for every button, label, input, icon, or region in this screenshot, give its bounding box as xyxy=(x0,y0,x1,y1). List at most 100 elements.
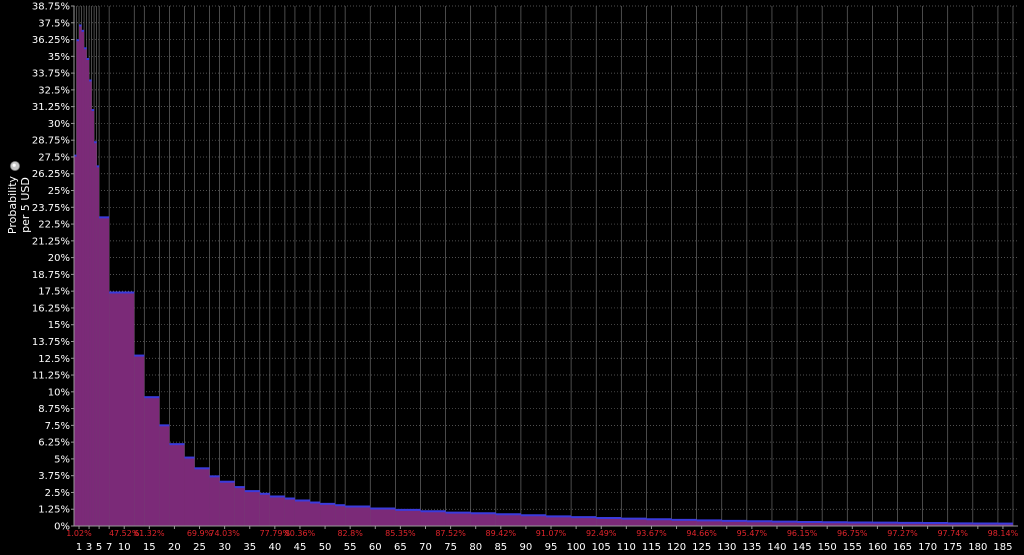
cumulative-probability-label: 97.74% xyxy=(937,529,968,538)
y-axis-title-line2: per 5 USD xyxy=(19,177,32,233)
x-tick-label: 65 xyxy=(394,542,407,553)
cumulative-probability-label: 74.03% xyxy=(209,529,240,538)
x-tick-label: 55 xyxy=(344,542,357,553)
y-tick-label: 15% xyxy=(48,320,70,331)
x-tick-label: 20 xyxy=(168,542,181,553)
x-tick-label: 45 xyxy=(294,542,307,553)
x-tick-label: 60 xyxy=(369,542,382,553)
x-tick-label: 50 xyxy=(319,542,332,553)
y-tick-label: 27.5% xyxy=(38,152,70,163)
histogram-bar xyxy=(94,142,97,526)
x-tick-label: 150 xyxy=(818,542,837,553)
x-tick-label: 90 xyxy=(520,542,533,553)
y-tick-label: 33.75% xyxy=(32,69,70,80)
x-tick-label: 115 xyxy=(642,542,661,553)
histogram-bar xyxy=(91,110,95,526)
histogram-bar xyxy=(159,425,170,526)
histogram-bar xyxy=(495,514,521,526)
cumulative-probability-label: 93.67% xyxy=(636,529,667,538)
histogram-bar xyxy=(310,502,321,526)
x-tick-label: 40 xyxy=(268,542,281,553)
x-tick-label: 130 xyxy=(717,542,736,553)
x-tick-label: 35 xyxy=(243,542,256,553)
cumulative-probability-label: 95.47% xyxy=(737,529,768,538)
cumulative-probability-label: 85.35% xyxy=(385,529,416,538)
x-tick-label: 7 xyxy=(106,542,112,553)
histogram-bar xyxy=(546,516,572,526)
y-tick-label: 25% xyxy=(48,186,70,197)
histogram-bar xyxy=(294,500,310,526)
cumulative-probability-label: 80.36% xyxy=(285,529,316,538)
y-tick-label: 13.75% xyxy=(32,337,70,348)
x-tick-label: 25 xyxy=(193,542,206,553)
y-tick-label: 1.25% xyxy=(38,505,70,516)
histogram-bar xyxy=(134,355,145,526)
probability-histogram: 0%1.25%2.5%3.75%5%6.25%7.5%8.75%10%11.25… xyxy=(0,0,1024,555)
x-tick-label: 125 xyxy=(692,542,711,553)
y-tick-label: 35% xyxy=(48,52,70,63)
y-tick-label: 22.5% xyxy=(38,220,70,231)
x-tick-label: 95 xyxy=(545,542,558,553)
x-tick-label: 1 xyxy=(76,542,82,553)
x-tick-label: 30 xyxy=(218,542,231,553)
histogram-bar xyxy=(284,498,295,526)
x-tick-label: 110 xyxy=(617,542,636,553)
histogram-bar xyxy=(79,25,82,526)
cumulative-probability-label: 94.66% xyxy=(686,529,717,538)
histogram-bar xyxy=(470,513,496,526)
cumulative-probability-label: 91.07% xyxy=(536,529,567,538)
y-tick-label: 26.25% xyxy=(32,169,70,180)
y-tick-label: 38.75% xyxy=(32,2,70,13)
x-tick-label: 80 xyxy=(469,542,482,553)
cumulative-probability-label: 92.49% xyxy=(586,529,617,538)
cumulative-probability-label: 1.02% xyxy=(66,529,92,538)
histogram-bar xyxy=(109,292,135,526)
cumulative-probability-label: 96.15% xyxy=(787,529,818,538)
y-tick-label: 2.5% xyxy=(45,488,70,499)
histogram-bar xyxy=(621,518,647,526)
histogram-bar xyxy=(596,517,622,526)
histogram-bar xyxy=(445,512,471,526)
x-tick-label: 165 xyxy=(893,542,912,553)
histogram-bar xyxy=(244,491,260,526)
y-tick-label: 6.25% xyxy=(38,438,70,449)
y-tick-label: 20% xyxy=(48,253,70,264)
x-tick-label: 75 xyxy=(444,542,457,553)
x-tick-label: 3 xyxy=(86,542,92,553)
y-tick-label: 12.5% xyxy=(38,354,70,365)
y-tick-label: 3.75% xyxy=(38,471,70,482)
y-axis-title-line1: Probability xyxy=(6,175,19,234)
cumulative-probability-label: 98.14% xyxy=(988,529,1019,538)
cumulative-probability-label: 96.75% xyxy=(837,529,868,538)
histogram-bar xyxy=(269,496,285,526)
histogram-bar xyxy=(646,519,672,526)
x-tick-label: 170 xyxy=(918,542,937,553)
info-icon[interactable] xyxy=(10,161,20,171)
y-tick-label: 17.5% xyxy=(38,287,70,298)
cumulative-probability-label: 61.32% xyxy=(134,529,165,538)
histogram-bar xyxy=(99,217,110,526)
histogram-bar xyxy=(209,476,220,526)
histogram-bar xyxy=(184,457,195,526)
cumulative-probability-label: 87.52% xyxy=(435,529,466,538)
histogram-bar xyxy=(84,48,87,527)
histogram-bar xyxy=(335,505,346,526)
x-tick-label: 140 xyxy=(767,542,786,553)
y-tick-label: 7.5% xyxy=(45,421,70,432)
y-tick-label: 37.5% xyxy=(38,18,70,29)
histogram-bar xyxy=(169,444,185,526)
histogram-bar xyxy=(420,511,446,526)
y-tick-label: 10% xyxy=(48,387,70,398)
x-tick-label: 180 xyxy=(968,542,987,553)
x-tick-label: 70 xyxy=(419,542,432,553)
y-tick-label: 36.25% xyxy=(32,35,70,46)
histogram-bar xyxy=(571,517,597,526)
y-tick-label: 8.75% xyxy=(38,404,70,415)
y-tick-label: 32.5% xyxy=(38,85,70,96)
histogram-bar xyxy=(234,487,245,526)
histogram-bar xyxy=(89,80,92,526)
cumulative-probability-label: 82.8% xyxy=(337,529,363,538)
histogram-bar xyxy=(370,508,396,526)
y-tick-label: 11.25% xyxy=(32,371,70,382)
histogram-bar xyxy=(395,509,421,526)
